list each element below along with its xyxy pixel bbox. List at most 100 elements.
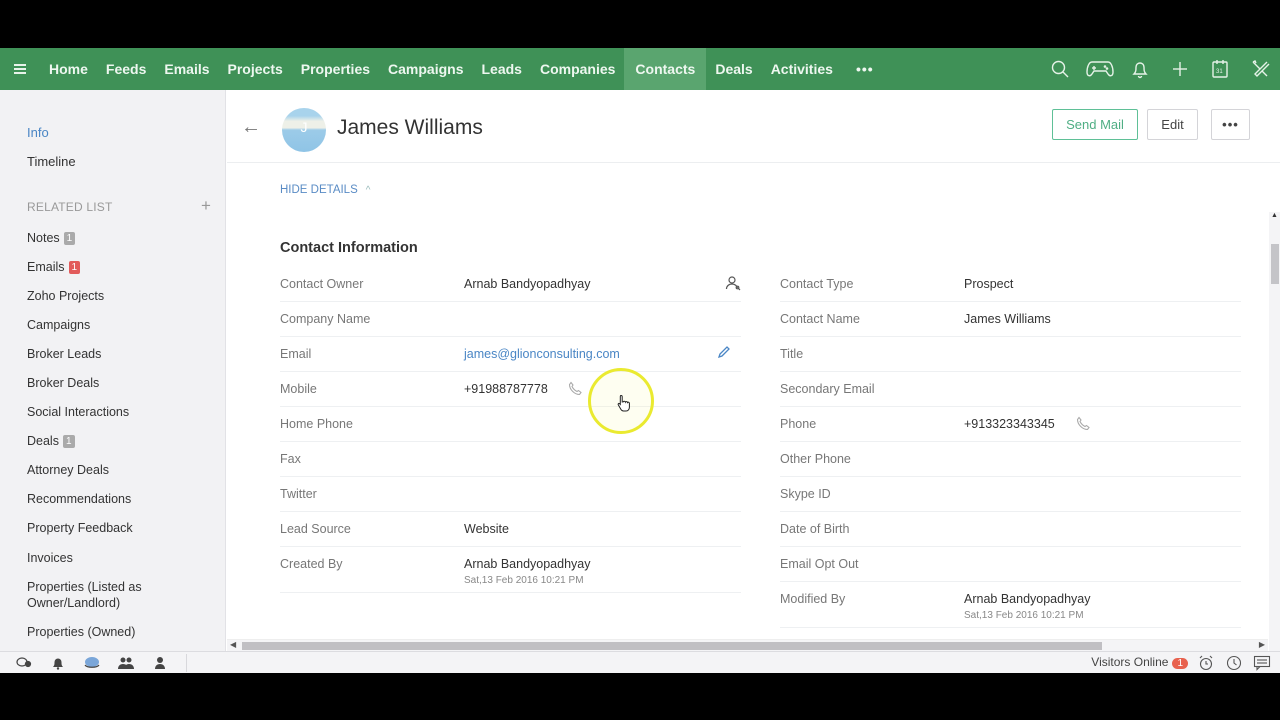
scroll-up-arrow-icon[interactable]: ▲ — [1271, 212, 1278, 219]
chat-bubble-icon[interactable] — [82, 654, 102, 672]
sidebar-item-social-interactions[interactable]: Social Interactions — [27, 404, 129, 420]
sidebar-timeline[interactable]: Timeline — [27, 154, 76, 169]
back-arrow-icon[interactable]: ← — [241, 116, 261, 139]
more-actions-button[interactable]: ••• — [1211, 109, 1250, 140]
phone-icon[interactable] — [1076, 416, 1091, 436]
phone-icon[interactable] — [568, 381, 583, 401]
nav-properties[interactable]: Properties — [292, 48, 379, 90]
edit-button[interactable]: Edit — [1147, 109, 1198, 140]
chat-settings-icon[interactable] — [14, 654, 34, 672]
sidebar-item-attorney-deals[interactable]: Attorney Deals — [27, 462, 109, 478]
field-label: Email — [280, 347, 312, 361]
nav-contacts[interactable]: Contacts — [624, 48, 707, 90]
add-related-list-button[interactable]: + — [201, 196, 211, 216]
field-value: Arnab Bandyopadhyay — [964, 592, 1091, 606]
game-controller-icon[interactable] — [1080, 48, 1120, 90]
nav-home[interactable]: Home — [40, 48, 97, 90]
nav-icon-group: 31 — [1040, 48, 1280, 90]
vertical-scroll-thumb[interactable] — [1271, 244, 1279, 284]
nav-companies[interactable]: Companies — [531, 48, 624, 90]
sidebar-item-broker-deals[interactable]: Broker Deals — [27, 375, 99, 391]
nav-feeds[interactable]: Feeds — [97, 48, 155, 90]
sidebar-item-deals[interactable]: Deals 1 — [27, 433, 75, 449]
sidebar-item-campaigns[interactable]: Campaigns — [27, 317, 90, 333]
field-value[interactable]: Website — [464, 522, 509, 536]
field-label: Contact Owner — [280, 277, 364, 291]
horizontal-scroll-thumb[interactable] — [242, 642, 1102, 650]
app-window: Home Feeds Emails Projects Properties Ca… — [0, 48, 1280, 673]
field-row-secondary-email: Secondary Email — [780, 372, 1241, 407]
tools-icon[interactable] — [1240, 48, 1280, 90]
nav-campaigns[interactable]: Campaigns — [379, 48, 472, 90]
field-row-skype-id: Skype ID — [780, 477, 1241, 512]
email-link[interactable]: james@glionconsulting.com — [464, 347, 620, 361]
sidebar-item-emails[interactable]: Emails 1 — [27, 259, 81, 275]
nav-deals[interactable]: Deals — [706, 48, 761, 90]
field-row-contact-name: Contact Name James Williams — [780, 302, 1241, 337]
field-row-email: Email james@glionconsulting.com — [280, 337, 741, 372]
sidebar-item-recommendations[interactable]: Recommendations — [27, 491, 131, 507]
nav-leads[interactable]: Leads — [472, 48, 530, 90]
sidebar-info[interactable]: Info — [27, 125, 49, 140]
sidebar-item-property-feedback[interactable]: Property Feedback — [27, 520, 133, 536]
nav-projects[interactable]: Projects — [219, 48, 292, 90]
field-label: Mobile — [280, 382, 317, 396]
chevron-up-icon: ^ — [365, 185, 371, 196]
bell-icon[interactable] — [48, 654, 68, 672]
hide-details-toggle[interactable]: HIDE DETAILS ^ — [280, 184, 370, 196]
group-icon[interactable] — [116, 654, 136, 672]
sidebar-item-zoho-projects[interactable]: Zoho Projects — [27, 288, 104, 304]
sidebar-item-label: Notes — [27, 231, 60, 245]
field-label: Other Phone — [780, 452, 851, 466]
sidebar: Info Timeline RELATED LIST + Notes 1 Emai… — [0, 90, 226, 657]
field-value[interactable]: James Williams — [964, 312, 1051, 326]
field-row-phone: Phone +913323343345 — [780, 407, 1241, 442]
field-value: Arnab Bandyopadhyay — [464, 557, 591, 571]
sidebar-item-invoices[interactable]: Invoices — [27, 550, 73, 566]
clock-icon[interactable] — [1224, 654, 1244, 672]
nav-more-button[interactable]: ••• — [842, 61, 888, 77]
avatar[interactable]: J — [282, 108, 326, 152]
field-label: Secondary Email — [780, 382, 875, 396]
visitors-online[interactable]: Visitors Online 1 — [1091, 655, 1188, 671]
horizontal-scrollbar[interactable]: ◀ ▶ — [227, 639, 1268, 651]
sidebar-item-broker-leads[interactable]: Broker Leads — [27, 346, 101, 362]
pencil-icon[interactable] — [717, 345, 731, 364]
page-title: James Williams — [337, 116, 483, 139]
calendar-icon[interactable]: 31 — [1200, 48, 1240, 90]
menu-icon[interactable] — [0, 48, 40, 90]
created-timestamp: Sat,13 Feb 2016 10:21 PM — [464, 575, 584, 586]
field-value[interactable]: +913323343345 — [964, 417, 1055, 431]
top-nav: Home Feeds Emails Projects Properties Ca… — [0, 48, 1280, 90]
bell-icon[interactable] — [1120, 48, 1160, 90]
field-label: Skype ID — [780, 487, 831, 501]
message-icon[interactable] — [1252, 654, 1272, 672]
field-value[interactable]: Prospect — [964, 277, 1013, 291]
alarm-clock-icon[interactable] — [1196, 654, 1216, 672]
field-label: Phone — [780, 417, 817, 431]
field-row-title: Title — [780, 337, 1241, 372]
vertical-scrollbar[interactable]: ▲ ▼ — [1269, 212, 1280, 673]
plus-icon[interactable] — [1160, 48, 1200, 90]
user-lookup-icon[interactable] — [725, 275, 741, 296]
scroll-left-arrow-icon[interactable]: ◀ — [230, 640, 236, 649]
sidebar-item-label: Emails — [27, 260, 65, 274]
nav-activities[interactable]: Activities — [762, 48, 842, 90]
field-value[interactable]: Arnab Bandyopadhyay — [464, 277, 590, 291]
search-icon[interactable] — [1040, 48, 1080, 90]
nav-emails[interactable]: Emails — [155, 48, 218, 90]
field-row-mobile: Mobile +91988787778 — [280, 372, 741, 407]
details-column-left: Contact Owner Arnab Bandyopadhyay Compan… — [280, 267, 741, 593]
bottom-bar-right: Visitors Online 1 — [1091, 652, 1272, 673]
send-mail-button[interactable]: Send Mail — [1052, 109, 1138, 140]
user-icon[interactable] — [150, 654, 170, 672]
sidebar-item-notes[interactable]: Notes 1 — [27, 230, 76, 246]
field-row-twitter: Twitter — [280, 477, 741, 512]
field-label: Contact Type — [780, 277, 854, 291]
field-row-email-opt-out: Email Opt Out — [780, 547, 1241, 582]
sidebar-item-properties-listed[interactable]: Properties (Listed as Owner/Landlord) — [27, 579, 177, 611]
field-label: Lead Source — [280, 522, 351, 536]
sidebar-item-properties-owned[interactable]: Properties (Owned) — [27, 624, 135, 640]
field-value[interactable]: +91988787778 — [464, 382, 548, 396]
scroll-right-arrow-icon[interactable]: ▶ — [1259, 640, 1265, 649]
